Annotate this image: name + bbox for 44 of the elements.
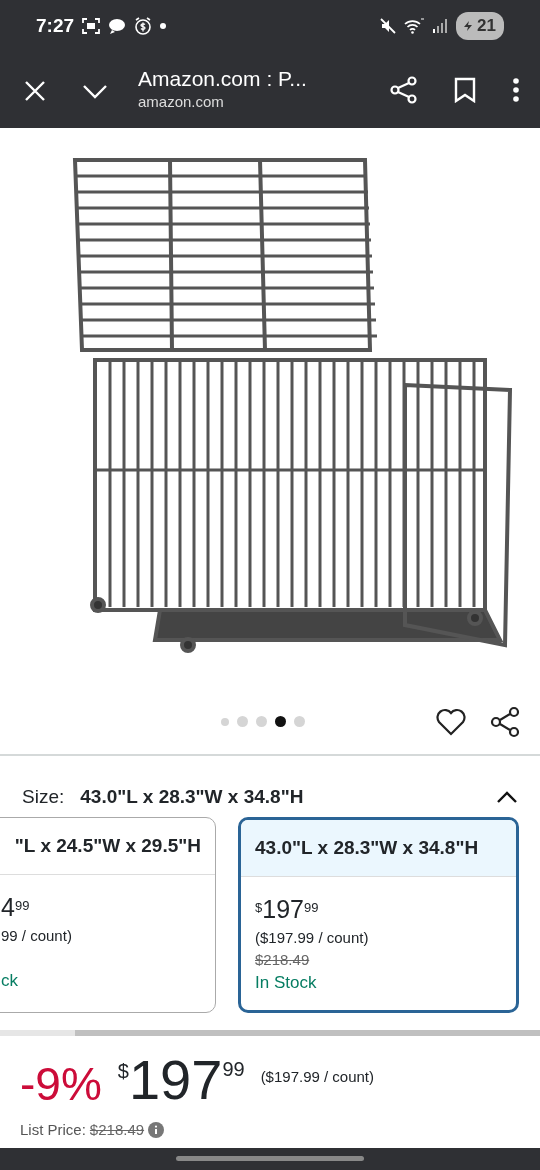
- mute-icon: [380, 18, 397, 34]
- home-handle[interactable]: [176, 1156, 364, 1161]
- charging-bolt-icon: [462, 20, 475, 32]
- option-availability: ck: [1, 970, 19, 992]
- option-unit-price: ($197.99 / count): [255, 928, 370, 949]
- heart-icon[interactable]: [436, 708, 466, 736]
- info-icon[interactable]: [148, 1122, 165, 1139]
- size-label: Size:: [22, 784, 65, 809]
- signal-icon: [432, 18, 449, 34]
- carousel-dot[interactable]: [237, 716, 248, 727]
- size-value: 43.0"L x 28.3"W x 34.8"H: [80, 784, 304, 809]
- battery-indicator: 21: [456, 12, 504, 40]
- option-price: $^{$}$197$^{99}$: [255, 894, 320, 925]
- option-dimensions: "L x 24.5"W x 29.5"H: [0, 818, 215, 875]
- option-price: 4$^{99}$: [1, 892, 31, 923]
- more-icon: [512, 77, 520, 103]
- dollar-alarm-icon: [134, 17, 153, 35]
- carousel-dot[interactable]: [275, 716, 286, 727]
- option-availability: In Stock: [255, 971, 318, 994]
- option-list-price: $218.49: [255, 950, 310, 970]
- share-icon: [390, 76, 418, 104]
- carousel-dot[interactable]: [221, 717, 229, 726]
- status-time: 7:27: [36, 13, 75, 38]
- chat-bubble-icon: [108, 18, 127, 34]
- carousel-dot[interactable]: [294, 716, 305, 727]
- page-title: Amazon.com : P...: [138, 66, 307, 92]
- page-url: amazon.com: [138, 92, 225, 113]
- screenshot-icon: [82, 18, 101, 34]
- option-unit-price: 99 / count): [1, 926, 73, 947]
- size-option-card[interactable]: 43.0"L x 28.3"W x 34.8"H $^{$}$197$^{99}$ ($197.99 / count) $218.49 In Stock: [238, 817, 519, 1013]
- close-icon: [24, 79, 46, 102]
- list-price-label: List Price:: [20, 1120, 86, 1140]
- carousel-dot[interactable]: [256, 716, 267, 727]
- option-dimensions: 43.0"L x 28.3"W x 34.8"H: [241, 820, 516, 877]
- size-option-card[interactable]: "L x 24.5"W x 29.5"H 4$^{99}$ 99 / count) ck: [0, 817, 216, 1013]
- discount-percent: -9%: [20, 1057, 102, 1112]
- notification-dot-icon: [160, 23, 167, 29]
- list-price: $218.49: [89, 1120, 145, 1140]
- share-icon[interactable]: [490, 706, 520, 738]
- chevron-down-icon: [82, 82, 108, 99]
- bookmark-icon: [454, 77, 476, 103]
- unit-price: ($197.99 / count): [260, 1067, 375, 1087]
- chevron-up-icon[interactable]: [496, 790, 518, 804]
- wifi-icon: [404, 18, 425, 34]
